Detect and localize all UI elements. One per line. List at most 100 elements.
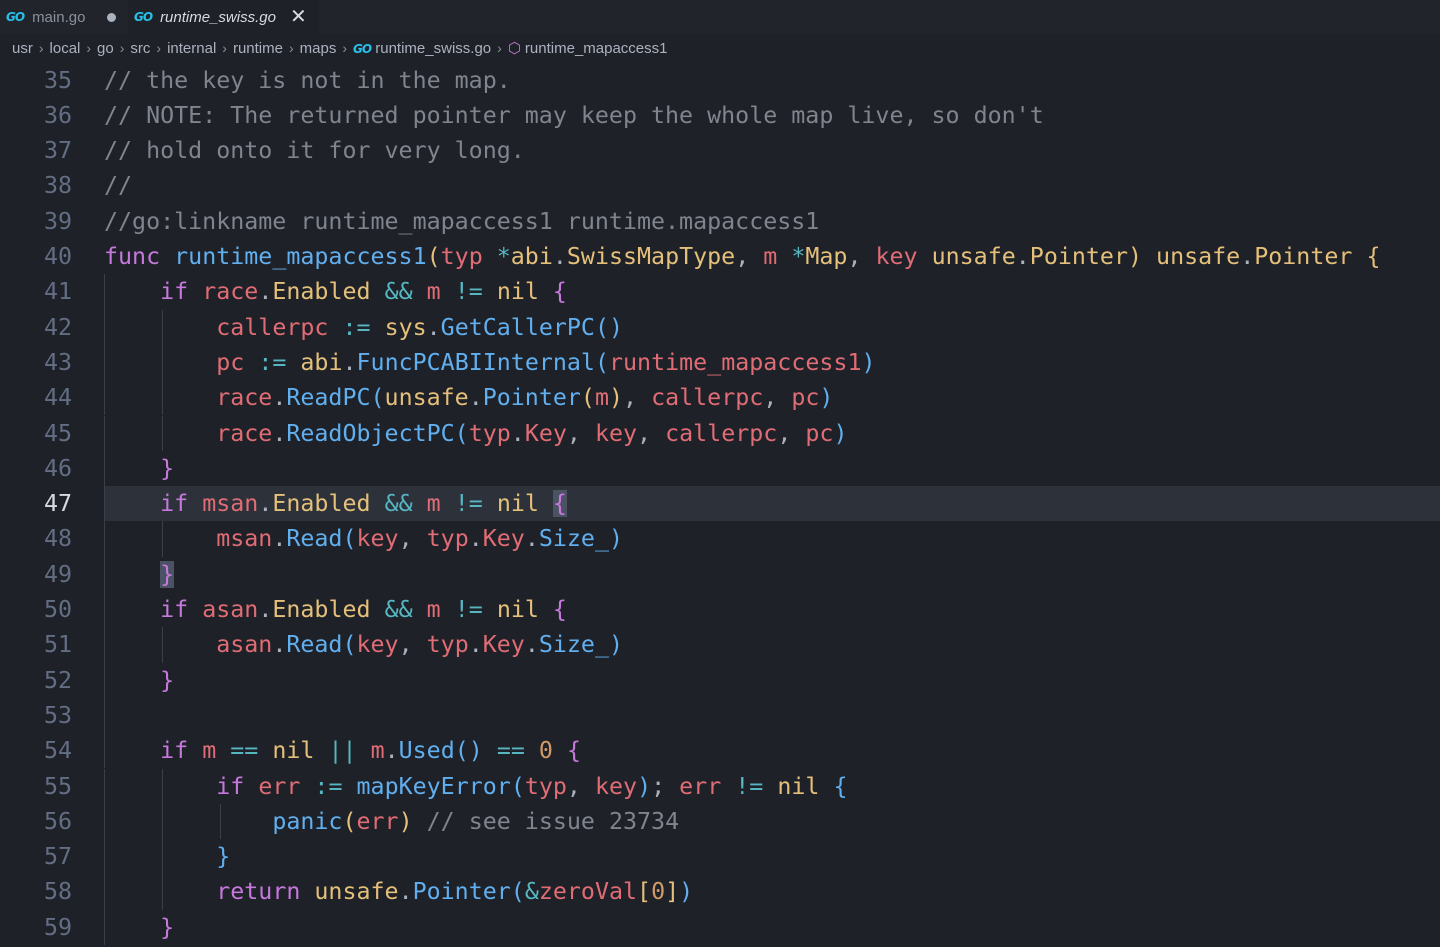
breadcrumb-item-go[interactable]: go — [97, 40, 114, 57]
breadcrumb-item-maps[interactable]: maps — [300, 40, 337, 57]
code-token: err — [679, 772, 722, 800]
code-text[interactable]: // — [104, 168, 1440, 203]
indent-guide — [104, 309, 105, 345]
breadcrumb-item-src[interactable]: src — [130, 40, 150, 57]
code-token: msan — [216, 525, 273, 553]
code-text[interactable]: callerpc := sys.GetCallerPC() — [104, 309, 1440, 345]
code-token: . — [258, 278, 273, 306]
code-line: 59 } — [0, 909, 1440, 945]
code-token: [ — [637, 878, 652, 906]
code-text[interactable]: if m == nil || m.Used() == 0 { — [104, 733, 1440, 769]
code-token: unsafe — [1156, 243, 1241, 270]
code-token: . — [342, 348, 357, 376]
tab-runtime-swiss-go[interactable]: GO runtime_swiss.go ✕ — [128, 0, 319, 34]
unsaved-dot-icon[interactable] — [107, 12, 116, 22]
code-text[interactable]: // hold onto it for very long. — [104, 133, 1440, 168]
line-number: 45 — [43, 419, 72, 447]
tab-label: main.go — [32, 8, 86, 26]
code-text[interactable]: panic(err) // see issue 23734 — [104, 803, 1440, 840]
code-token: } — [216, 843, 231, 871]
code-token: // see issue 23734 — [426, 807, 680, 835]
code-line: 43 pc := abi.FuncPCABIInternal(runtime_m… — [0, 344, 1440, 381]
indent-guide — [162, 768, 164, 804]
indent-guide — [104, 556, 105, 592]
code-token: Used — [398, 737, 455, 765]
code-token: race — [216, 384, 273, 412]
code-text[interactable]: msan.Read(key, typ.Key.Size_) — [104, 521, 1440, 557]
code-text[interactable]: if race.Enabled && m != nil { — [104, 274, 1440, 310]
code-token: ) — [609, 631, 624, 659]
code-token: unsafe — [931, 243, 1016, 270]
code-text[interactable]: } — [104, 556, 1440, 592]
code-token: * — [496, 243, 511, 270]
code-token: unsafe — [384, 384, 469, 412]
indent-guide — [162, 803, 164, 840]
code-text[interactable]: if asan.Enabled && m != nil { — [104, 592, 1440, 628]
code-text[interactable] — [104, 697, 1440, 734]
code-editor[interactable]: 35 // the key is not in the map. 36 // NOTE… — [0, 62, 1440, 947]
code-token: asan — [202, 596, 259, 623]
close-icon[interactable]: ✕ — [290, 7, 307, 27]
tab-main-go[interactable]: GO main.go — [0, 0, 128, 34]
go-file-icon: GO — [134, 10, 153, 24]
line-number: 54 — [43, 737, 72, 765]
code-text[interactable]: // NOTE: The returned pointer may keep t… — [104, 98, 1440, 133]
code-text[interactable]: race.ReadPC(unsafe.Pointer(m), callerpc,… — [104, 380, 1440, 416]
indent-guide — [162, 874, 164, 910]
tab-label: runtime_swiss.go — [160, 8, 276, 26]
code-text[interactable]: func runtime_mapaccess1(typ *abi.SwissMa… — [104, 239, 1440, 274]
code-text[interactable]: if err := mapKeyError(typ, key); err != … — [104, 768, 1440, 804]
code-token: callerpc — [216, 313, 329, 341]
code-text[interactable]: } — [104, 839, 1440, 875]
code-token: func — [104, 243, 161, 270]
code-token: callerpc — [665, 419, 778, 447]
code-token: if — [216, 772, 245, 800]
code-text[interactable]: // the key is not in the map. — [104, 63, 1440, 98]
code-token: mapKeyError — [356, 772, 511, 800]
breadcrumb-item-runtime[interactable]: runtime — [233, 40, 283, 57]
code-text[interactable]: pc := abi.FuncPCABIInternal(runtime_mapa… — [104, 344, 1440, 381]
code-token: ( — [510, 772, 525, 800]
code-token: typ — [440, 243, 483, 270]
code-text[interactable]: } — [104, 450, 1440, 487]
breadcrumb-item-internal[interactable]: internal — [167, 40, 216, 57]
indent-guide — [104, 450, 105, 487]
code-token: if — [160, 596, 189, 623]
code-token: Size_ — [538, 525, 609, 553]
code-line: 47 if msan.Enabled && m != nil { — [0, 486, 1440, 522]
code-token: nil — [496, 490, 539, 518]
code-text[interactable]: race.ReadObjectPC(typ.Key, key, callerpc… — [104, 415, 1440, 451]
code-token: , — [637, 419, 666, 447]
code-text[interactable]: return unsafe.Pointer(&zeroVal[0]) — [104, 874, 1440, 910]
indent-guide — [104, 662, 105, 698]
code-line: 39 //go:linkname runtime_mapaccess1 runti… — [0, 204, 1440, 239]
line-number: 55 — [43, 772, 72, 800]
breadcrumb-item-symbol[interactable]: ⬡ runtime_mapaccess1 — [508, 39, 668, 57]
code-text[interactable]: asan.Read(key, typ.Key.Size_) — [104, 627, 1440, 663]
breadcrumb-item-file[interactable]: GO runtime_swiss.go — [353, 40, 491, 57]
code-token: ( — [510, 878, 525, 906]
code-text[interactable]: //go:linkname runtime_mapaccess1 runtime… — [104, 204, 1440, 239]
line-number: 36 — [43, 101, 72, 129]
code-line: 49 } — [0, 556, 1440, 592]
code-token: // NOTE: The returned pointer may keep t… — [104, 101, 1044, 129]
code-token: := — [258, 348, 287, 376]
breadcrumb-item-local[interactable]: local — [50, 40, 81, 57]
code-line: 57 } — [0, 839, 1440, 875]
indent-guide — [104, 592, 105, 628]
code-text[interactable]: if msan.Enabled && m != nil { — [104, 486, 1440, 522]
breadcrumb-item-usr[interactable]: usr — [12, 40, 33, 57]
code-text[interactable]: } — [104, 909, 1440, 945]
code-text[interactable]: } — [104, 662, 1440, 698]
